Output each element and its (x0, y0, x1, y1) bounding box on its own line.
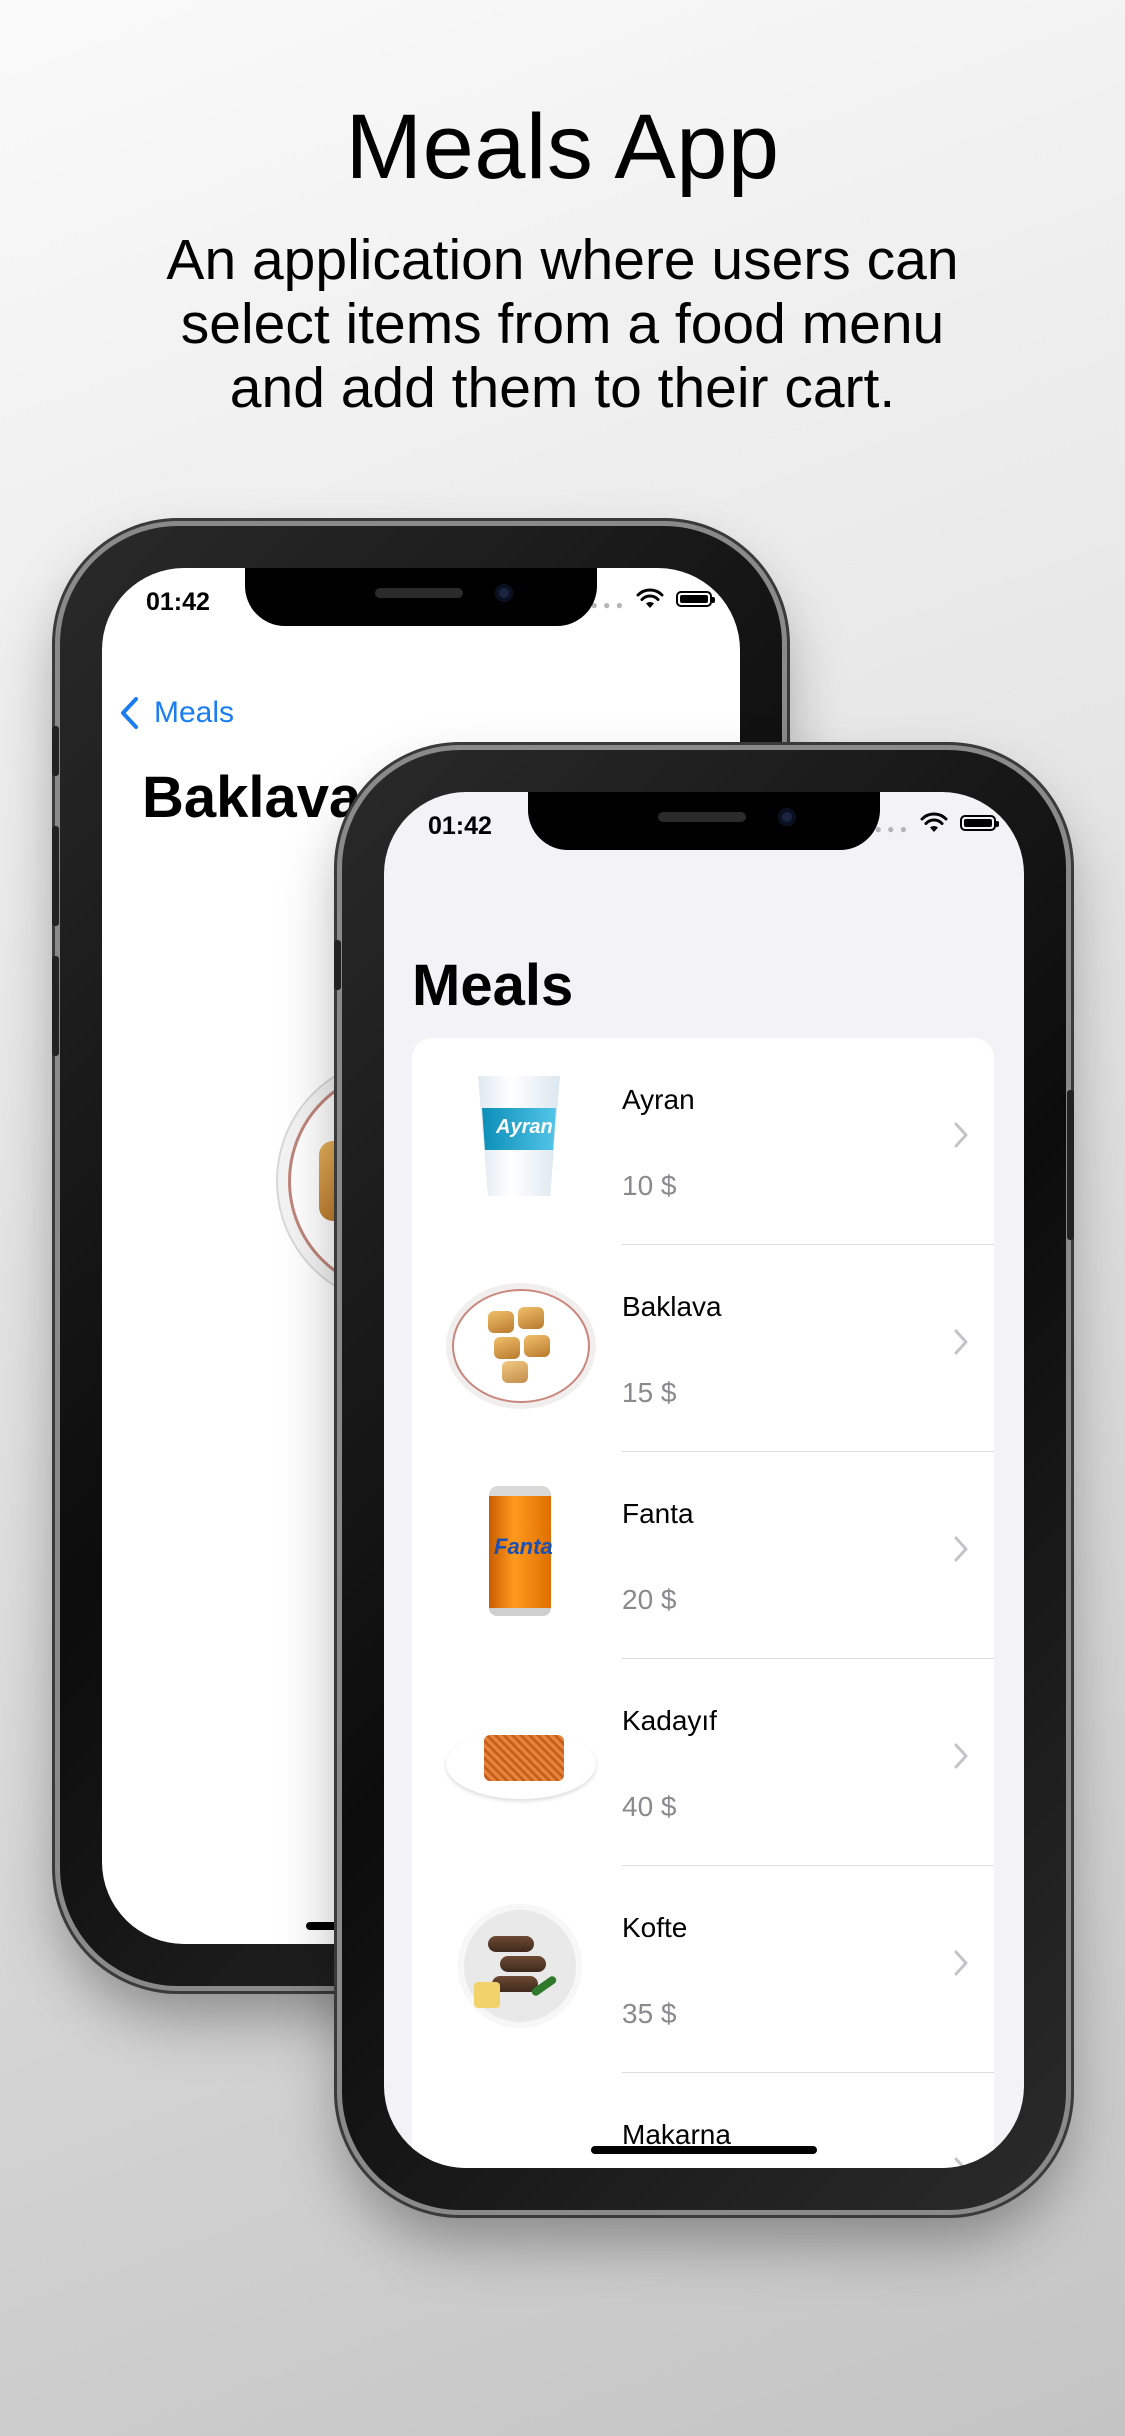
page-title: Meals App (345, 96, 780, 198)
chevron-right-icon (954, 1122, 968, 1148)
battery-icon (960, 815, 999, 831)
chevron-right-icon (954, 2157, 967, 2168)
chevron-right-icon (954, 1743, 968, 1769)
item-name: Kadayıf (622, 1705, 717, 1736)
meals-list: Ayran Ayran 10 $ Baklava 15 $ Fanta Fant… (412, 1038, 994, 2168)
chevron-right-icon (954, 1950, 968, 1976)
power-button (1067, 1090, 1074, 1240)
wifi-icon (920, 812, 948, 832)
subtitle-line: An application where users can (166, 228, 959, 292)
list-item[interactable]: Ayran Ayran 10 $ (412, 1038, 994, 1245)
ayran-cup-image: Ayran (444, 1062, 594, 1212)
kadayif-plate-image (444, 1683, 596, 1833)
battery-icon (676, 591, 715, 607)
front-camera (495, 584, 513, 602)
fanta-can-image: Fanta (444, 1476, 594, 1626)
item-price: 15 $ (622, 1377, 677, 1408)
back-button[interactable]: Meals (118, 696, 234, 730)
list-item[interactable]: Fanta Fanta 20 $ (412, 1452, 994, 1659)
speaker (658, 812, 746, 822)
item-name: Fanta (622, 1498, 694, 1529)
list-item[interactable]: Baklava 15 $ (412, 1245, 994, 1452)
list-item[interactable]: Kadayıf 40 $ (412, 1659, 994, 1866)
page-subtitle: An application where users can select it… (0, 228, 1125, 420)
detail-title: Baklava (142, 765, 362, 830)
chevron-right-icon (954, 1329, 968, 1355)
kofte-plate-image (444, 1890, 594, 2040)
list-item[interactable]: Kofte 35 $ (412, 1866, 994, 2073)
item-price: 40 $ (622, 1791, 677, 1822)
makarna-plate-image (444, 2097, 594, 2168)
item-price: 35 $ (622, 1998, 677, 2029)
back-button-label: Meals (154, 696, 235, 729)
volume-up-button (52, 826, 59, 926)
list-phone-mockup: 01:42 ● ● ● ● Meals Ayran Ayran 10 $ Bak… (334, 750, 1074, 2210)
chevron-right-icon (954, 1536, 968, 1562)
status-time: 01:42 (146, 588, 210, 616)
subtitle-line: select items from a food menu (180, 292, 945, 356)
list-title: Meals (412, 953, 574, 1018)
volume-down-button (52, 956, 59, 1056)
item-name: Ayran (622, 1084, 695, 1115)
subtitle-line: and add them to their cart. (229, 356, 896, 420)
chevron-left-icon (121, 697, 138, 729)
baklava-plate-image (444, 1269, 594, 1419)
notch (245, 568, 597, 626)
home-indicator[interactable] (591, 2146, 817, 2154)
speaker (375, 588, 463, 598)
wifi-icon (636, 588, 664, 608)
item-name: Baklava (622, 1291, 722, 1322)
notch (528, 792, 880, 850)
mute-switch (334, 940, 341, 990)
item-name: Kofte (622, 1912, 688, 1943)
item-price: 10 $ (622, 1170, 677, 1201)
list-screen: 01:42 ● ● ● ● Meals Ayran Ayran 10 $ Bak… (384, 792, 1024, 2168)
item-price: 20 $ (622, 1584, 677, 1615)
front-camera (778, 808, 796, 826)
status-time: 01:42 (428, 812, 492, 840)
mute-switch (52, 726, 59, 776)
